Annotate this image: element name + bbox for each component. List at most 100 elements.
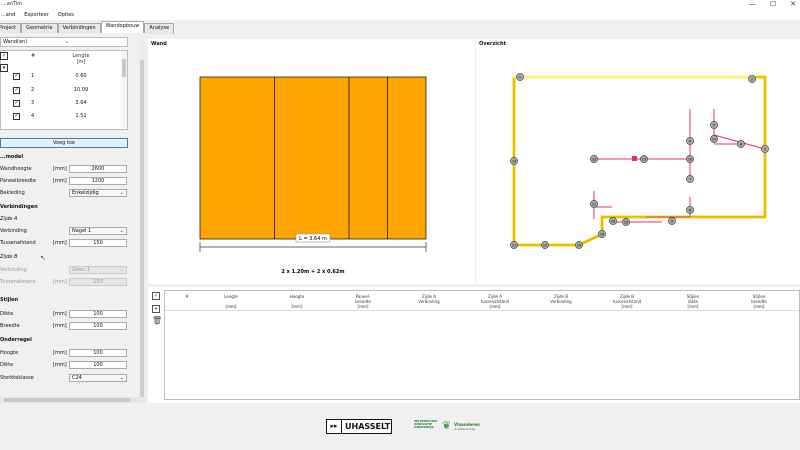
list-item[interactable]: ✓ 3 3.64 — [1, 98, 121, 110]
ond-hoogte-label: Hoogte — [0, 350, 19, 356]
check-all-icon[interactable]: ✓ — [152, 292, 160, 300]
wall-select-label: Wand(en) — [3, 39, 28, 45]
row-length: 1.51 — [75, 113, 87, 119]
add-button[interactable]: Voeg toe — [0, 138, 128, 148]
row-checkbox[interactable]: ✓ — [13, 113, 20, 120]
select-all-checkbox[interactable]: ✓ — [0, 52, 8, 60]
row-checkbox[interactable]: ✓ — [13, 87, 20, 94]
left-panel-hscrollbar[interactable] — [0, 397, 146, 403]
window-title: ...anTim — [2, 1, 23, 7]
add-row-icon[interactable]: + — [152, 305, 160, 313]
chevron-down-icon: ⌄ — [119, 267, 124, 273]
list-scrollbar[interactable] — [121, 51, 127, 128]
col-header-zijde-b-verbinding: Zijde B Verbinding — [529, 294, 593, 304]
menu-item-options[interactable]: Opties — [58, 12, 74, 18]
floorplan-node-label: 15 — [543, 243, 547, 247]
col-header-zijde-a-verbinding: Zijde A Verbinding — [397, 294, 461, 304]
tussenafstand-b-label: Tussenafstand — [0, 279, 36, 285]
header-unit: [mm] — [687, 304, 699, 309]
table-tool-icon[interactable]: ▾ — [0, 64, 8, 72]
bekleding-value: Enkelzijdig — [72, 190, 99, 196]
list-item[interactable]: ✓ 1 0.60 — [1, 71, 121, 83]
outer-wall — [513, 76, 766, 246]
stijl-dikte-input[interactable]: 100 — [69, 310, 127, 318]
panel-summary: 2 x 1.20m + 2 x 0.62m — [281, 269, 344, 275]
row-length: 0.60 — [75, 73, 87, 79]
tab-bar: Project Geometrie Verbindingen Wandopbou… — [0, 21, 800, 34]
row-checkbox[interactable]: ✓ — [13, 73, 20, 80]
left-panel-scrollbar[interactable] — [139, 40, 145, 402]
tab-analyse[interactable]: Analyse — [144, 23, 175, 34]
floorplan-node-label: 18 — [688, 157, 692, 161]
tussenafstand-a-input[interactable]: 150 — [69, 239, 127, 247]
trash-icon[interactable]: 🗑 — [152, 316, 162, 325]
col-header-number: # — [177, 294, 197, 299]
stijl-breedte-unit: [mm] — [53, 323, 67, 329]
row-number: 1 — [31, 73, 35, 79]
maximize-icon[interactable]: ☐ — [770, 0, 776, 8]
row-number: 2 — [31, 87, 35, 93]
floorplan-node-label: 7 — [689, 177, 691, 181]
window-controls: — ☐ ✕ — [749, 0, 796, 8]
ond-dikte-input[interactable]: 100 — [69, 361, 127, 369]
zijde-a-heading: Zijde A — [0, 216, 18, 222]
menu-item-export[interactable]: Exporteer — [24, 12, 49, 18]
wand-panel: Wand L = 3.64 m 2 x 1.20m + 2 x 0.62m — [148, 39, 475, 284]
ond-dikte-unit: [mm] — [53, 362, 67, 368]
wall-segment-table: # Lengte [mm] Hoogte [mm] Paneel-breedte [m… — [164, 290, 800, 400]
wand-drawing: L = 3.64 m 2 x 1.20m + 2 x 0.62m — [199, 76, 427, 275]
tussenafstand-a-label: Tussenafstand — [0, 240, 36, 246]
row-number: 4 — [31, 113, 35, 119]
verbinding-b-value: Geen 1 — [72, 267, 90, 273]
outer-wall-highlight — [512, 75, 767, 247]
row-checkbox[interactable]: ✓ — [13, 100, 20, 107]
uhasselt-logo-text: UHASSELT — [345, 422, 391, 431]
stijl-breedte-label: Breedte — [0, 323, 20, 329]
header-unit: [mm] — [225, 304, 237, 309]
verbinding-a-select[interactable]: Nagel 1 ⌄ — [69, 227, 127, 235]
floorplan-node-label: 9 — [671, 219, 673, 223]
stijl-dikte-label: Dikte — [0, 311, 14, 317]
scroll-thumb[interactable] — [122, 59, 126, 77]
dimension-label: L = 3.64 m — [299, 236, 327, 242]
sterkteklasse-select[interactable]: C24 ⌄ — [69, 374, 127, 382]
ond-hoogte-input[interactable]: 100 — [69, 349, 127, 357]
tussenafstand-b-input[interactable]: 150 — [69, 278, 127, 286]
close-icon[interactable]: ✕ — [790, 0, 796, 8]
stijl-breedte-input[interactable]: 100 — [69, 322, 127, 330]
verbinding-b-label: Verbinding — [0, 267, 27, 273]
uhasselt-logo-icon: ▸▸ — [327, 420, 342, 433]
floorplan-node-label: 16 — [600, 232, 604, 236]
chevron-down-icon: ⌄ — [64, 39, 69, 45]
tussenafstand-b-unit: [mm] — [53, 279, 67, 285]
menu-item-file[interactable]: ...and — [1, 12, 15, 18]
floorplan-node-label: 13 — [642, 157, 646, 161]
wall-select-dropdown[interactable]: Wand(en) ⌄ — [0, 37, 128, 47]
paneelbreedte-input[interactable]: 1200 — [69, 177, 127, 185]
floorplan-node-label: 19 — [624, 220, 628, 224]
scroll-thumb[interactable] — [4, 398, 130, 402]
bekleding-select[interactable]: Enkelzijdig ⌄ — [69, 189, 127, 197]
scroll-thumb[interactable] — [140, 60, 144, 400]
inner-walls — [593, 109, 766, 223]
chevron-down-icon: ⌄ — [119, 228, 124, 234]
floorplan-node-label: 8 — [689, 208, 691, 212]
floorplan-node-label: 17 — [712, 137, 716, 141]
floorplan-node-label: 21 — [512, 243, 516, 247]
header-line: Verbinding — [418, 299, 440, 304]
list-item[interactable]: ✓ 2 10.09 — [1, 85, 121, 97]
wandhoogte-input[interactable]: 2600 — [69, 165, 127, 173]
minimize-icon[interactable]: — — [749, 0, 756, 8]
section-onderregel: Onderregel — [0, 337, 32, 343]
col-header-paneelbreedte: Paneel-breedte [mm] — [331, 294, 395, 309]
sterkteklasse-label: Sterkteklasse — [0, 375, 34, 381]
bekleding-label: Bekleding — [0, 190, 25, 196]
col-header-length-unit: [m] — [76, 59, 86, 65]
verbinding-b-select[interactable]: Geen 1 ⌄ — [69, 266, 127, 274]
stijl-dikte-unit: [mm] — [53, 311, 67, 317]
col-header-hoogte: Hoogte [mm] — [265, 294, 329, 309]
header-unit: [mm] — [621, 304, 633, 309]
floorplan-node-label: 1 — [519, 75, 521, 79]
verbinding-a-value: Nagel 1 — [72, 228, 92, 234]
list-item[interactable]: ✓ 4 1.51 — [1, 111, 121, 123]
